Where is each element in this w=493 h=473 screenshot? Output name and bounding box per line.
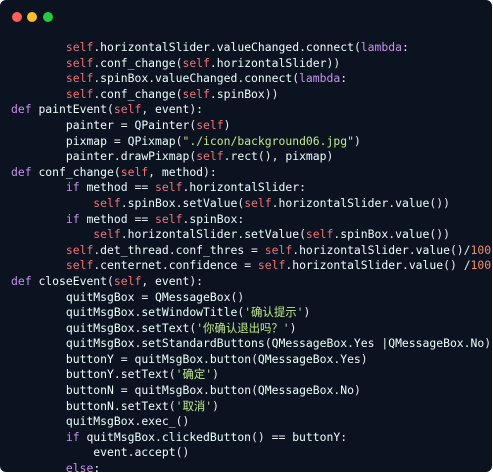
code-line: def conf_change(self, method): xyxy=(11,164,217,179)
code-window: self.horizontalSlider.valueChanged.conne… xyxy=(0,0,492,472)
code-block: self.horizontalSlider.valueChanged.conne… xyxy=(11,40,491,472)
code-line: if method == self.horizontalSlider: xyxy=(65,180,306,195)
code-line: quitMsgBox.setStandardButtons(QMessageBo… xyxy=(65,336,492,351)
code-line: self.horizontalSlider.setValue(self.spin… xyxy=(93,227,450,242)
maximize-icon[interactable] xyxy=(43,12,53,22)
code-line: self.centernet.confidence = self.horizon… xyxy=(65,258,492,273)
code-line: if quitMsgBox.clickedButton() == buttonY… xyxy=(65,429,348,444)
code-line: event.accept() xyxy=(93,445,190,460)
code-line: else: xyxy=(65,461,101,472)
window-titlebar xyxy=(0,0,492,34)
code-line: self.conf_change(self.spinBox)) xyxy=(65,86,279,101)
code-line: def closeEvent(self, event): xyxy=(11,273,204,288)
code-line: buttonN.setText('取消') xyxy=(65,398,219,413)
code-line: self.spinBox.valueChanged.connect(lambda… xyxy=(65,71,348,86)
code-line: quitMsgBox.setText('你确认退出吗？') xyxy=(65,320,297,335)
code-line: buttonY.setText('确定') xyxy=(65,367,219,382)
code-line: quitMsgBox = QMessageBox() xyxy=(65,289,245,304)
minimize-icon[interactable] xyxy=(27,12,37,22)
code-line: self.det_thread.conf_thres = self.horizo… xyxy=(65,242,492,257)
code-line: def paintEvent(self, event): xyxy=(11,102,204,117)
code-line: buttonN = quitMsgBox.button(QMessageBox.… xyxy=(65,383,361,398)
code-line: pixmap = QPixmap("./icon/background06.jp… xyxy=(65,133,361,148)
code-line: quitMsgBox.exec_() xyxy=(65,414,190,429)
code-line: self.spinBox.setValue(self.horizontalSli… xyxy=(93,195,450,210)
code-line: self.horizontalSlider.valueChanged.conne… xyxy=(65,40,409,54)
close-icon[interactable] xyxy=(12,12,22,22)
code-line: buttonY = quitMsgBox.button(QMessageBox.… xyxy=(65,351,368,366)
code-line: painter.drawPixmap(self.rect(), pixmap) xyxy=(65,149,334,164)
code-line: self.conf_change(self.horizontalSlider)) xyxy=(65,55,341,70)
code-line: quitMsgBox.setWindowTitle('确认提示') xyxy=(65,305,311,320)
code-line: if method == self.spinBox: xyxy=(65,211,245,226)
code-line: painter = QPainter(self) xyxy=(65,117,231,132)
